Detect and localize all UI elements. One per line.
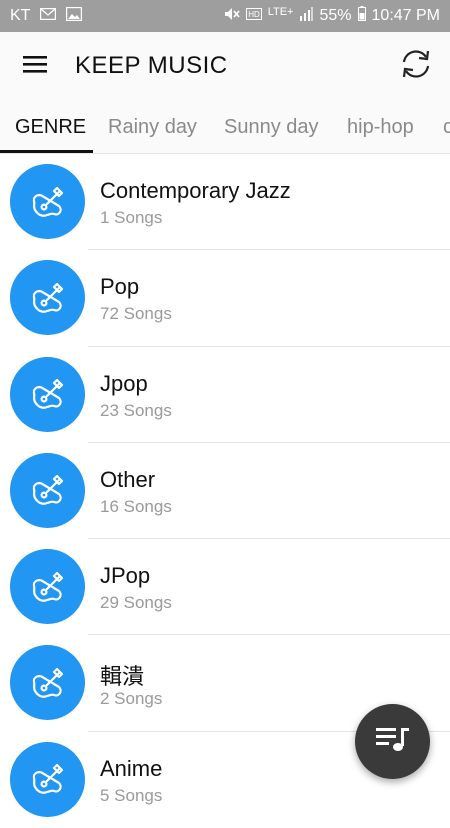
tab-genre[interactable]: GENRE [15, 100, 86, 153]
battery-percent: 55% [319, 7, 352, 24]
guitar-icon [10, 549, 85, 625]
tab-rainy-day[interactable]: Rainy day [108, 100, 197, 153]
carrier-label: KT [10, 7, 31, 24]
playlist-icon [374, 724, 412, 759]
list-item[interactable]: Pop 72 Songs [0, 250, 450, 347]
song-count: 5 Songs [100, 785, 163, 805]
genre-name: Anime [100, 755, 163, 781]
guitar-icon [10, 741, 85, 817]
genre-name: Other [100, 466, 156, 492]
app-bar: KEEP MUSIC [0, 32, 450, 100]
genre-name: Contemporary Jazz [100, 178, 291, 203]
status-bar: KT HD LTE+ 55% 10:47 PM [0, 0, 450, 32]
list-item[interactable]: JPop 29 Songs [0, 539, 450, 636]
clock: 10:47 PM [371, 7, 440, 24]
image-icon [66, 6, 83, 26]
genre-name: 輯潰 [100, 664, 145, 690]
list-item[interactable]: Contemporary Jazz 1 Songs [0, 154, 450, 251]
guitar-icon [10, 164, 85, 239]
menu-icon [23, 55, 47, 78]
list-item[interactable]: Jpop 23 Songs [0, 347, 450, 443]
genre-name: Jpop [100, 370, 148, 396]
song-count: 1 Songs [100, 208, 163, 227]
sync-button[interactable] [396, 46, 436, 86]
tab-more[interactable]: c [443, 100, 450, 153]
guitar-icon [10, 356, 85, 432]
signal-icon [299, 6, 314, 26]
tab-hip-hop[interactable]: hip-hop [347, 100, 414, 153]
guitar-icon [10, 260, 85, 336]
battery-icon [357, 6, 366, 26]
menu-button[interactable] [0, 32, 70, 100]
svg-text:HD: HD [248, 10, 260, 19]
song-count: 16 Songs [100, 496, 172, 516]
sync-icon [399, 47, 433, 86]
network-type: LTE+ [267, 6, 294, 18]
tab-sunny-day[interactable]: Sunny day [224, 100, 319, 153]
app-title: KEEP MUSIC [75, 52, 228, 79]
song-count: 23 Songs [100, 400, 172, 420]
mute-icon [224, 7, 240, 26]
guitar-icon [10, 452, 85, 528]
song-count: 2 Songs [100, 689, 163, 709]
song-count: 29 Songs [100, 593, 172, 613]
song-count: 72 Songs [100, 304, 172, 324]
list-item[interactable]: Other 16 Songs [0, 443, 450, 540]
mail-icon [40, 7, 57, 25]
guitar-icon [10, 645, 85, 721]
tab-bar: GENRE Rainy day Sunny day hip-hop c [0, 100, 450, 154]
tab-indicator [0, 150, 93, 153]
genre-name: JPop [100, 563, 151, 589]
playlist-fab-button[interactable] [355, 704, 430, 779]
genre-name: Pop [100, 274, 140, 300]
hd-icon: HD [245, 7, 262, 25]
